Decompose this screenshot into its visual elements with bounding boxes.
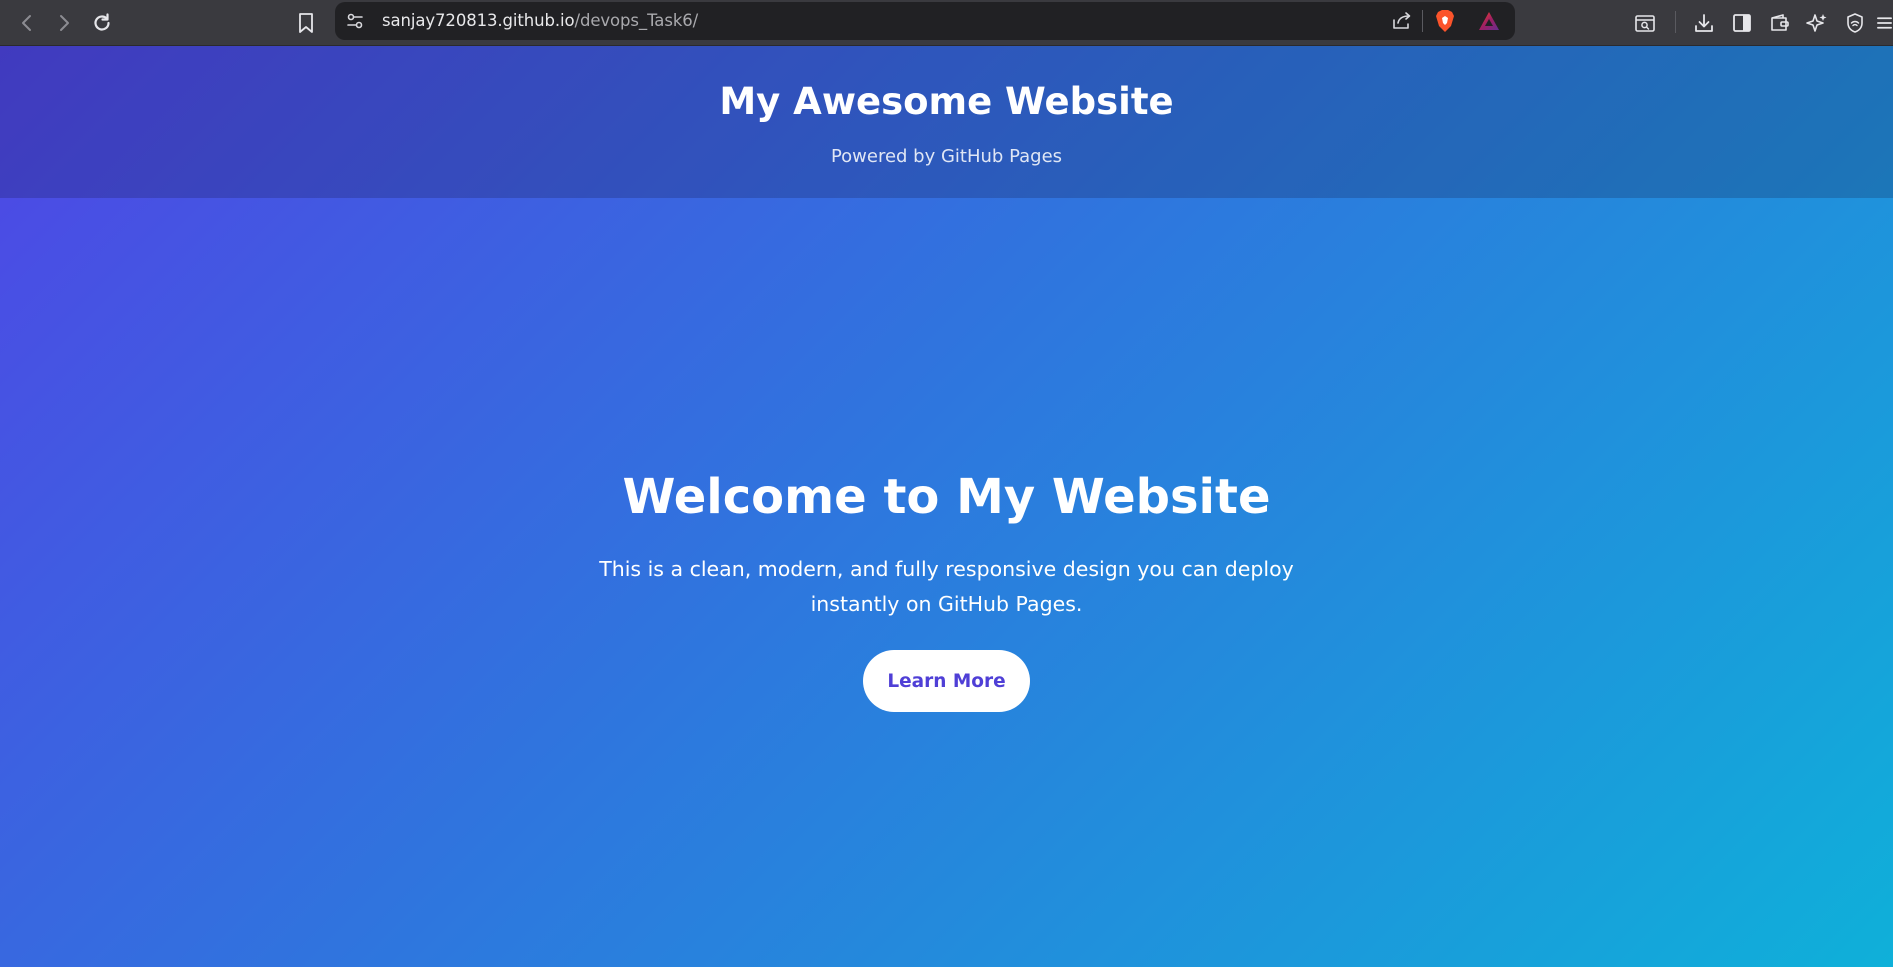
address-bar[interactable]: sanjay720813.github.io/devops_Task6/ xyxy=(335,2,1515,40)
wallet-icon[interactable] xyxy=(1766,9,1794,37)
hero-section: Welcome to My Website This is a clean, m… xyxy=(0,466,1893,712)
brave-shields-icon[interactable] xyxy=(1431,7,1459,35)
bookmark-icon[interactable] xyxy=(292,9,320,37)
browser-toolbar: sanjay720813.github.io/devops_Task6/ xyxy=(0,0,1893,46)
hero-title: Welcome to My Website xyxy=(622,469,1271,525)
url-path: /devops_Task6/ xyxy=(574,11,699,30)
share-icon[interactable] xyxy=(1388,7,1416,35)
tab-search-icon[interactable] xyxy=(1631,9,1659,37)
learn-more-button[interactable]: Learn More xyxy=(863,650,1030,712)
forward-arrow-icon[interactable] xyxy=(50,9,78,37)
url-host: sanjay720813.github.io xyxy=(382,11,575,30)
sidebar-icon[interactable] xyxy=(1728,9,1756,37)
site-title: My Awesome Website xyxy=(719,80,1174,123)
vpn-shield-icon[interactable] xyxy=(1841,9,1869,37)
reload-icon[interactable] xyxy=(88,9,116,37)
back-arrow-icon[interactable] xyxy=(13,9,41,37)
hero-description: This is a clean, modern, and fully respo… xyxy=(599,557,1294,616)
url-text[interactable]: sanjay720813.github.io/devops_Task6/ xyxy=(382,11,698,30)
site-header: My Awesome Website Powered by GitHub Pag… xyxy=(0,46,1893,198)
toolbar-separator xyxy=(1675,11,1676,33)
site-subtitle: Powered by GitHub Pages xyxy=(830,146,1063,167)
page-viewport: My Awesome Website Powered by GitHub Pag… xyxy=(0,46,1893,967)
brave-rewards-icon[interactable] xyxy=(1475,7,1503,35)
leo-ai-icon[interactable] xyxy=(1803,9,1831,37)
address-separator xyxy=(1422,10,1423,32)
site-settings-icon[interactable] xyxy=(341,7,369,35)
download-icon[interactable] xyxy=(1690,9,1718,37)
menu-icon[interactable] xyxy=(1876,9,1893,37)
